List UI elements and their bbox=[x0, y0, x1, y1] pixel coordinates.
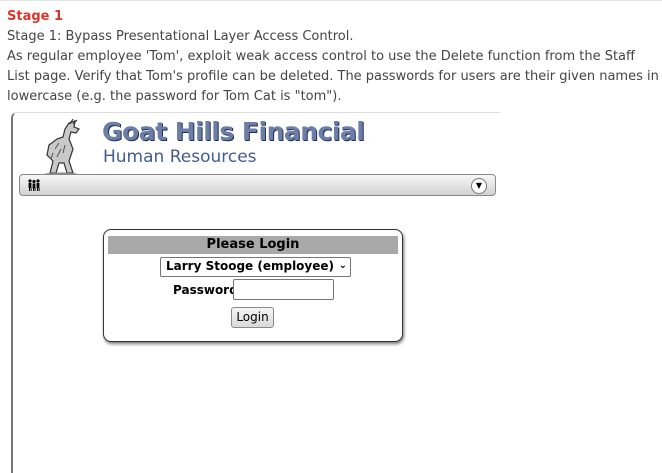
login-button[interactable]: Login bbox=[231, 307, 274, 328]
stage-title: Stage 1 bbox=[7, 9, 64, 24]
lesson-frame: Goat Hills Financial Human Resources ▼ P… bbox=[11, 112, 500, 473]
goat-logo-icon bbox=[45, 119, 80, 175]
login-panel: Please Login Larry Stooge (employee) ⌄ P… bbox=[103, 229, 403, 342]
dropdown-arrow-icon[interactable]: ▼ bbox=[471, 178, 487, 194]
password-input[interactable] bbox=[233, 279, 334, 300]
instruction-line: Stage 1: Bypass Presentational Layer Acc… bbox=[7, 29, 354, 44]
employee-select-value: Larry Stooge (employee) bbox=[166, 259, 335, 273]
employee-select[interactable]: Larry Stooge (employee) ⌄ bbox=[160, 257, 351, 277]
top-divider bbox=[0, 0, 662, 1]
menu-bar[interactable]: ▼ bbox=[19, 174, 496, 196]
chevron-down-icon: ⌄ bbox=[338, 260, 347, 271]
login-header: Please Login bbox=[108, 236, 398, 254]
people-icon bbox=[28, 179, 40, 191]
brand-subtitle: Human Resources bbox=[103, 147, 257, 167]
lesson-instructions: Stage 1: Bypass Presentational Layer Acc… bbox=[7, 27, 659, 107]
instruction-line: As regular employee 'Tom', exploit weak … bbox=[7, 49, 659, 104]
brand-title: Goat Hills Financial bbox=[102, 117, 365, 146]
password-label: Password bbox=[173, 283, 238, 297]
